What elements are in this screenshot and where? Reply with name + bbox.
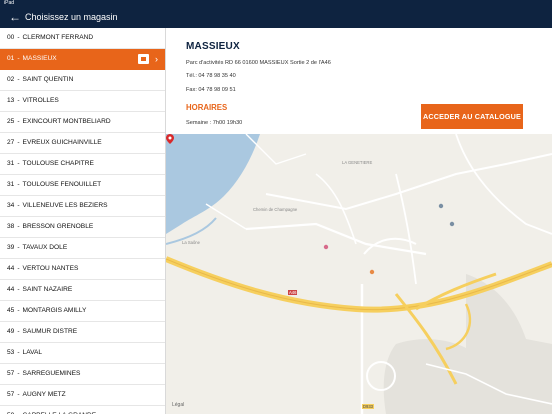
store-name-label: BRESSON GRENOBLE xyxy=(22,223,94,230)
store-code: 45 xyxy=(7,307,15,314)
store-list[interactable]: 00- CLERMONT FERRAND 01- MASSIEUX › 02- SAINT … xyxy=(0,28,166,414)
map-canvas xyxy=(166,134,552,414)
app-header: ← Choisissez un magasin xyxy=(0,7,552,28)
store-separator: - xyxy=(17,349,20,356)
store-map[interactable]: LA GENETIERE Chemin de Champagne La Saôn… xyxy=(166,134,552,414)
store-code: 53 xyxy=(7,349,15,356)
store-address: Parc d'activités RD 66 01600 MASSIEUX So… xyxy=(186,60,331,66)
store-separator: - xyxy=(17,370,20,377)
store-name-label: LAVAL xyxy=(22,349,43,356)
store-separator: - xyxy=(17,76,20,83)
store-list-item[interactable]: 57- AUGNY METZ xyxy=(0,385,165,406)
store-name-label: VITROLLES xyxy=(22,97,59,104)
store-code: 57 xyxy=(7,391,15,398)
store-name-label: SARREGUEMINES xyxy=(22,370,81,377)
store-code: 57 xyxy=(7,370,15,377)
store-code: 02 xyxy=(7,76,15,83)
store-separator: - xyxy=(17,286,20,293)
store-name-label: SAINT QUENTIN xyxy=(22,76,74,83)
store-name-label: SAUMUR DISTRE xyxy=(22,328,78,335)
store-name-label: TOULOUSE FENOUILLET xyxy=(22,181,102,188)
map-legal-link[interactable]: Légal xyxy=(172,402,184,408)
store-name-label: EXINCOURT MONTBELIARD xyxy=(22,118,111,125)
store-phone[interactable]: Tél.: 04 78 98 35 40 xyxy=(186,73,236,79)
store-separator: - xyxy=(17,160,20,167)
store-separator: - xyxy=(17,223,20,230)
store-code: 27 xyxy=(7,139,15,146)
store-name-label: VERTOU NANTES xyxy=(22,265,79,272)
store-separator: - xyxy=(17,391,20,398)
store-code: 39 xyxy=(7,244,15,251)
store-name-label: TOULOUSE CHAPITRE xyxy=(22,160,94,167)
store-list-item[interactable]: 44- VERTOU NANTES xyxy=(0,259,165,280)
store-code: 01 xyxy=(7,55,15,62)
map-label-d933: D933 xyxy=(362,404,375,409)
store-list-item[interactable]: 25- EXINCOURT MONTBELIARD xyxy=(0,112,165,133)
store-separator: - xyxy=(17,34,20,41)
store-list-item[interactable]: 44- SAINT NAZAIRE xyxy=(0,280,165,301)
store-list-item[interactable]: 02- SAINT QUENTIN xyxy=(0,70,165,91)
map-pin-icon[interactable] xyxy=(166,134,174,144)
store-separator: - xyxy=(17,244,20,251)
map-label-saone: La Saône xyxy=(182,240,200,245)
store-code: 49 xyxy=(7,328,15,335)
map-label-genetiere: LA GENETIERE xyxy=(342,160,373,165)
store-name: MASSIEUX xyxy=(186,41,240,52)
store-name-label: MONTARGIS AMILLY xyxy=(22,307,87,314)
arrow-left-icon[interactable]: ← xyxy=(9,10,21,24)
store-list-item[interactable]: 57- SARREGUEMINES xyxy=(0,364,165,385)
store-list-item[interactable]: 01- MASSIEUX › xyxy=(0,49,165,70)
store-list-item[interactable]: 31- TOULOUSE CHAPITRE xyxy=(0,154,165,175)
store-code: 31 xyxy=(7,160,15,167)
store-separator: - xyxy=(17,118,20,125)
store-name-label: VILLENEUVE LES BEZIERS xyxy=(22,202,108,209)
store-code: 34 xyxy=(7,202,15,209)
store-separator: - xyxy=(17,139,20,146)
store-fax: Fax: 04 78 98 09 51 xyxy=(186,87,236,93)
store-separator: - xyxy=(17,307,20,314)
store-code: 44 xyxy=(7,265,15,272)
store-separator: - xyxy=(17,202,20,209)
store-code: 44 xyxy=(7,286,15,293)
store-separator: - xyxy=(17,181,20,188)
store-code: 31 xyxy=(7,181,15,188)
store-separator: - xyxy=(17,265,20,272)
catalogue-button[interactable]: ACCEDER AU CATALOGUE xyxy=(421,104,523,129)
store-name-label: CLERMONT FERRAND xyxy=(22,34,94,41)
hours-text: Semaine : 7h00 19h30 xyxy=(186,120,243,126)
chevron-right-icon: › xyxy=(155,54,158,64)
store-icon xyxy=(138,54,149,64)
store-list-item[interactable]: 49- SAUMUR DISTRE xyxy=(0,322,165,343)
status-carrier: iPad xyxy=(4,0,15,6)
map-label-chemin: Chemin de Champagne xyxy=(253,207,298,212)
status-bar: iPad xyxy=(0,0,552,7)
store-list-item[interactable]: 31- TOULOUSE FENOUILLET xyxy=(0,175,165,196)
store-list-item[interactable]: 27- EVREUX GUICHAINVILLE xyxy=(0,133,165,154)
store-code: 38 xyxy=(7,223,15,230)
store-list-item[interactable]: 00- CLERMONT FERRAND xyxy=(0,28,165,49)
store-code: 00 xyxy=(7,34,15,41)
store-list-item[interactable]: 39- TAVAUX DOLE xyxy=(0,238,165,259)
store-name-label: MASSIEUX xyxy=(22,55,57,62)
store-name-label: AUGNY METZ xyxy=(22,391,66,398)
store-list-item[interactable]: 38- BRESSON GRENOBLE xyxy=(0,217,165,238)
store-detail: MASSIEUX Parc d'activités RD 66 01600 MA… xyxy=(166,28,552,134)
store-name-label: TAVAUX DOLE xyxy=(22,244,68,251)
store-separator: - xyxy=(17,97,20,104)
store-name-label: SAINT NAZAIRE xyxy=(22,286,73,293)
page-title: Choisissez un magasin xyxy=(25,12,118,22)
store-name-label: EVREUX GUICHAINVILLE xyxy=(22,139,102,146)
store-list-item[interactable]: 34- VILLENEUVE LES BEZIERS xyxy=(0,196,165,217)
hours-title: HORAIRES xyxy=(186,103,228,112)
store-code: 13 xyxy=(7,97,15,104)
store-list-item[interactable]: 13- VITROLLES xyxy=(0,91,165,112)
store-list-item[interactable]: 45- MONTARGIS AMILLY xyxy=(0,301,165,322)
store-list-item[interactable]: 53- LAVAL xyxy=(0,343,165,364)
store-code: 25 xyxy=(7,118,15,125)
store-separator: - xyxy=(17,328,20,335)
store-list-item[interactable]: 59-CAPPELLE LA GRANDE xyxy=(0,406,165,414)
store-separator: - xyxy=(17,55,20,62)
map-label-a46: A46 xyxy=(288,290,298,295)
